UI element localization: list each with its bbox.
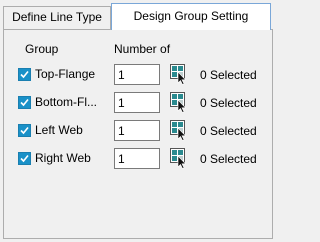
- left-web-checkbox[interactable]: [18, 124, 31, 137]
- bottom-flange-number-input[interactable]: [114, 92, 160, 113]
- right-web-number-input[interactable]: [114, 148, 160, 169]
- left-web-label: Left Web: [35, 123, 83, 137]
- bottom-flange-label: Bottom-Fl...: [35, 95, 98, 109]
- check-icon: [20, 154, 29, 163]
- top-flange-label: Top-Flange: [35, 67, 96, 81]
- left-web-selected-count: 0 Selected: [200, 124, 257, 138]
- group-row-right-web: Right Web 0 Selected: [4, 147, 274, 171]
- design-group-panel: Group Number of Top-Flange 0 Selected Bo…: [3, 29, 273, 239]
- right-web-selected-count: 0 Selected: [200, 152, 257, 166]
- select-members-icon[interactable]: [170, 64, 188, 85]
- group-row-left-web: Left Web 0 Selected: [4, 119, 274, 143]
- top-flange-checkbox[interactable]: [18, 68, 31, 81]
- tab-define-line-type[interactable]: Define Line Type: [3, 6, 111, 29]
- select-members-icon[interactable]: [170, 120, 188, 141]
- select-members-icon[interactable]: [170, 92, 188, 113]
- top-flange-number-input[interactable]: [114, 64, 160, 85]
- group-row-top-flange: Top-Flange 0 Selected: [4, 63, 274, 87]
- check-icon: [20, 98, 29, 107]
- select-members-icon[interactable]: [170, 148, 188, 169]
- check-icon: [20, 126, 29, 135]
- tab-design-group-setting[interactable]: Design Group Setting: [111, 3, 271, 30]
- group-row-bottom-flange: Bottom-Fl... 0 Selected: [4, 91, 274, 115]
- group-column-header: Group: [25, 42, 59, 56]
- number-column-header: Number of: [114, 42, 171, 56]
- top-flange-selected-count: 0 Selected: [200, 68, 257, 82]
- right-web-label: Right Web: [35, 151, 91, 165]
- tab-bar: Define Line Type Design Group Setting: [0, 0, 276, 30]
- right-web-checkbox[interactable]: [18, 152, 31, 165]
- left-web-number-input[interactable]: [114, 120, 160, 141]
- check-icon: [20, 70, 29, 79]
- bottom-flange-selected-count: 0 Selected: [200, 96, 257, 110]
- bottom-flange-checkbox[interactable]: [18, 96, 31, 109]
